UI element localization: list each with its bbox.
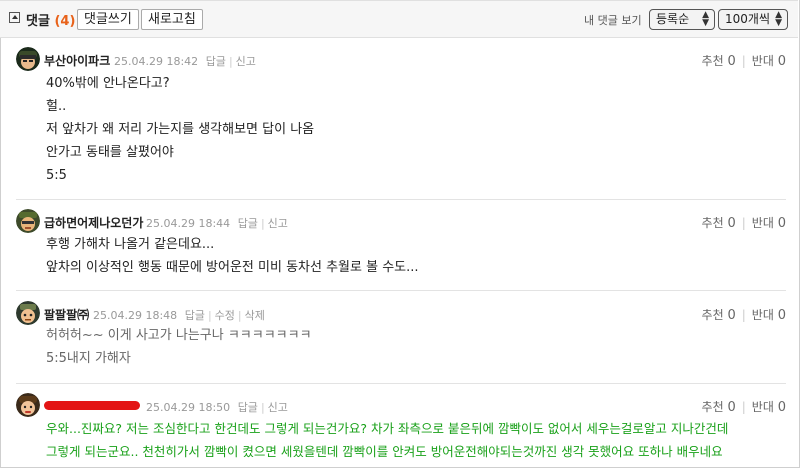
oppose-button[interactable]: 반대 0 [752,216,786,231]
report-link[interactable]: 신고 [236,55,256,68]
avatar-image [16,301,40,325]
comment-meta: 25.04.29 18:50 답글 | 신고 [146,401,288,414]
avatar[interactable] [16,47,40,71]
comment-date: 25.04.29 18:44 [146,217,231,230]
delete-link[interactable]: 삭제 [245,309,265,322]
oppose-count: 0 [777,400,786,415]
comment-divider [16,199,786,200]
refresh-button[interactable]: 새로고침 [141,9,203,30]
oppose-count: 0 [777,308,786,323]
comment-title: 댓글 (4) [26,14,76,29]
write-comment-button[interactable]: 댓글쓰기 [77,9,139,30]
avatar-image [16,209,40,233]
avatar[interactable] [16,393,40,417]
collapse-toggle-icon[interactable] [9,12,20,23]
recommend-button[interactable]: 추천 0 [702,216,736,231]
updown-arrow-icon: ▲ ▼ [702,10,709,28]
vote-area: 추천 0 | 반대 0 [701,308,786,323]
vote-area: 추천 0 | 반대 0 [701,400,786,415]
comment-header: 댓글 (4) 댓글쓰기 새로고침 내 댓글 보기 등록순 ▲ ▼ 100개씩 ▲ ▼ [0,0,798,38]
avatar[interactable] [16,301,40,325]
oppose-count: 0 [777,216,786,231]
comment-divider [16,290,786,291]
comment-author[interactable]: 부산아이파크 [44,52,110,69]
comment-meta: 25.04.29 18:44 답글 | 신고 [146,217,288,230]
report-link[interactable]: 신고 [268,217,288,230]
vote-area: 추천 0 | 반대 0 [701,216,786,231]
comment-body: 허허허~~ 이게 사고가 나는구나 ㅋㅋㅋㅋㅋㅋㅋ 5:5내지 가해자 [46,328,312,366]
recommend-count: 0 [727,216,736,231]
reply-link[interactable]: 답글 [185,309,205,322]
reply-link[interactable]: 답글 [238,217,258,230]
comment-author[interactable]: 팔팔팔㈜ [44,306,89,323]
comment-meta: 25.04.29 18:42 답글 | 신고 [114,55,256,68]
avatar[interactable] [16,209,40,233]
recommend-count: 0 [727,308,736,323]
edit-link[interactable]: 수정 [215,309,235,322]
recommend-count: 0 [727,54,736,69]
recommend-button[interactable]: 추천 0 [702,400,736,415]
vote-area: 추천 0 | 반대 0 [701,54,786,69]
oppose-count: 0 [777,54,786,69]
report-link[interactable]: 신고 [268,401,288,414]
oppose-button[interactable]: 반대 0 [752,308,786,323]
comment-date: 25.04.29 18:50 [146,401,231,414]
comment-body: 40%밖에 안나온다고? 헐.. 저 앞차가 왜 저리 가는지를 생각해보면 답… [46,76,315,183]
recommend-count: 0 [727,400,736,415]
recommend-button[interactable]: 추천 0 [702,54,736,69]
recommend-button[interactable]: 추천 0 [702,308,736,323]
avatar-image [16,393,40,417]
oppose-button[interactable]: 반대 0 [752,54,786,69]
comment-divider [16,383,786,384]
per-page-select[interactable]: 100개씩 ▲ ▼ [718,9,788,30]
updown-arrow-icon: ▲ ▼ [775,10,782,28]
comment-author[interactable]: 급하면어제나오던가 [44,214,143,231]
reply-link[interactable]: 답글 [238,401,258,414]
comment-body: 후행 가해차 나올거 같은데요... 앞차의 이상적인 행동 때문에 방어운전 … [46,237,419,275]
reply-link[interactable]: 답글 [206,55,226,68]
my-comments-link[interactable]: 내 댓글 보기 [584,12,642,28]
oppose-button[interactable]: 반대 0 [752,400,786,415]
comment-body: 우와...진짜요? 저는 조심한다고 한건데도 그렇게 되는건가요? 차가 좌측… [46,421,729,459]
comment-meta: 25.04.29 18:48 답글 | 수정 | 삭제 [93,309,265,322]
sort-select[interactable]: 등록순 ▲ ▼ [649,9,715,30]
comment-count: (4) [54,14,76,29]
comment-date: 25.04.29 18:48 [93,309,178,322]
redacted-nickname [44,401,140,410]
comment-date: 25.04.29 18:42 [114,55,199,68]
avatar-image [16,47,40,71]
